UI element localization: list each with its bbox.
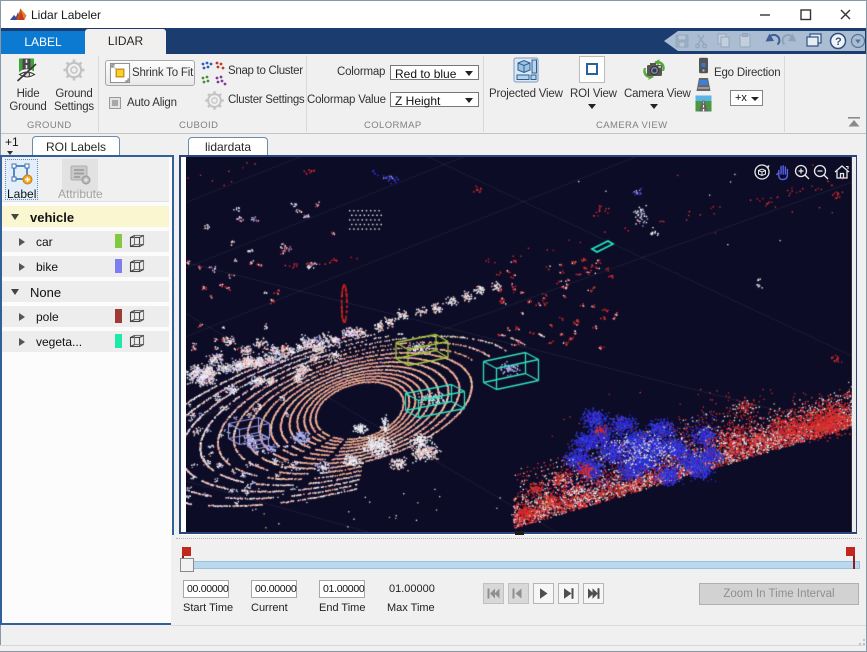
svg-text:?: ? — [835, 36, 842, 48]
svg-text:↖: ↖ — [112, 66, 116, 71]
